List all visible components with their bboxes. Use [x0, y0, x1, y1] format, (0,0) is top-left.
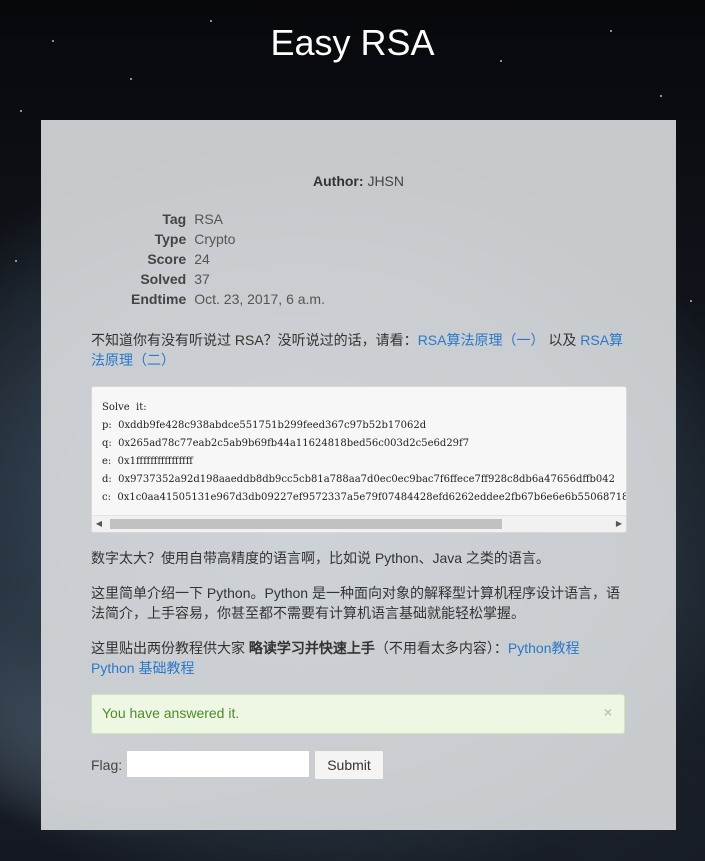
page-title: Easy RSA [270, 22, 435, 63]
meta-row-solved: Solved 37 [131, 269, 325, 289]
star [20, 110, 22, 112]
description-paragraph-1: 不知道你有没有听说过 RSA？没听说过的话，请看：RSA算法原理（一） 以及 R… [91, 330, 626, 370]
meta-row-endtime: Endtime Oct. 23, 2017, 6 a.m. [131, 289, 325, 309]
description-text: （不用看太多内容）： [374, 640, 508, 656]
description-text: 这里贴出两份教程供大家 [91, 640, 249, 656]
code-content: Solve it: p: 0xddb9fe428c938abdce551751b2… [92, 387, 626, 507]
author-label: Author: [313, 173, 364, 189]
code-line: d: 0x9737352a92d198aaeddb8db9cc5cb81a788… [102, 474, 615, 485]
challenge-panel: Author: JHSN Tag RSA Type Crypto Score 2… [41, 120, 676, 830]
flag-label: Flag: [91, 757, 123, 773]
meta-row-score: Score 24 [131, 249, 325, 269]
meta-value: Oct. 23, 2017, 6 a.m. [194, 291, 325, 307]
author-name: JHSN [367, 173, 404, 189]
description-paragraph-2: 数字太大？使用自带高精度的语言啊，比如说 Python、Java 之类的语言。 [91, 550, 550, 566]
meta-value: Crypto [194, 231, 236, 247]
meta-key: Solved [140, 271, 187, 287]
star [690, 300, 692, 302]
python-tutorial-link[interactable]: Python教程 [508, 640, 580, 656]
answered-alert: You have answered it. × [91, 694, 625, 734]
scroll-left-icon[interactable]: ◀ [92, 516, 106, 532]
meta-key: Endtime [131, 291, 187, 307]
python-basics-link[interactable]: Python 基础教程 [91, 660, 194, 676]
description-paragraph-3: 这里简单介绍一下 Python。Python 是一种面向对象的解释型计算机程序设… [91, 585, 620, 621]
close-icon[interactable]: × [604, 704, 612, 720]
scroll-right-icon[interactable]: ▶ [612, 516, 626, 532]
alert-message: You have answered it. [102, 705, 240, 721]
description-bold: 略读学习并快速上手 [248, 640, 375, 656]
code-block[interactable]: Solve it: p: 0xddb9fe428c938abdce551751b2… [91, 386, 627, 533]
code-line: c: 0x1c0aa41505131e967d3db09227ef9572337… [102, 492, 627, 503]
challenge-meta: Tag RSA Type Crypto Score 24 Solved 37 E… [131, 209, 325, 309]
meta-key: Tag [162, 211, 187, 227]
meta-row-type: Type Crypto [131, 229, 325, 249]
meta-value: 24 [194, 251, 210, 267]
meta-value: RSA [194, 211, 224, 227]
code-line: Solve it: [102, 402, 147, 413]
code-line: e: 0x1ffffffffffffffff [102, 456, 193, 467]
author-line: Author: JHSN [41, 173, 676, 189]
description-paragraph-4: 这里贴出两份教程供大家 略读学习并快速上手（不用看太多内容）：Python教程 … [91, 638, 626, 678]
submit-button[interactable]: Submit [314, 750, 384, 780]
description-text: 不知道你有没有听说过 RSA？没听说过的话，请看： [91, 332, 418, 348]
star [15, 260, 17, 262]
code-line: q: 0x265ad78c77eab2c5ab9b69fb44a11624818… [102, 438, 470, 449]
meta-key: Type [154, 231, 187, 247]
meta-value: 37 [194, 271, 210, 287]
meta-row-tag: Tag RSA [131, 209, 325, 229]
horizontal-scrollbar[interactable]: ◀ ▶ [92, 515, 626, 532]
code-line: p: 0xddb9fe428c938abdce551751b299feed367… [102, 420, 427, 431]
scroll-thumb[interactable] [110, 519, 502, 529]
star [130, 78, 132, 80]
rsa-principle-link-1[interactable]: RSA算法原理（一） [418, 332, 545, 348]
meta-key: Score [147, 251, 187, 267]
description-text: 以及 [544, 332, 581, 348]
flag-input[interactable] [126, 750, 310, 778]
star [660, 95, 662, 97]
